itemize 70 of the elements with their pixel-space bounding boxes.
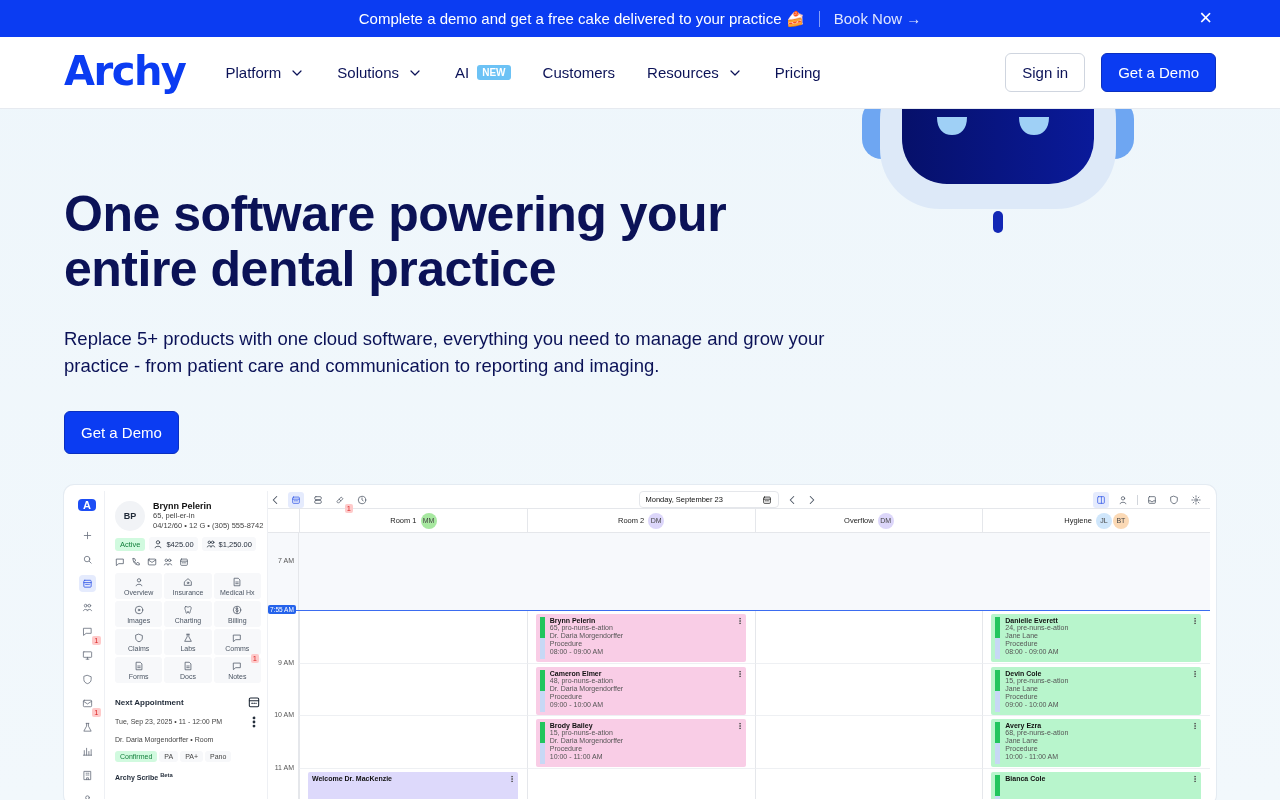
- document-icon: [232, 577, 243, 587]
- status-stripe: [995, 774, 1001, 799]
- calendar-icon[interactable]: [247, 695, 261, 709]
- shield-icon: [133, 633, 144, 643]
- mail-icon: [81, 698, 93, 709]
- person-icon: [153, 539, 164, 549]
- person-icon: [1118, 494, 1128, 505]
- settings-icon: [1191, 494, 1201, 505]
- status-stripe: [539, 669, 545, 712]
- building-icon: [81, 770, 93, 781]
- group-icon: [205, 539, 216, 549]
- shield-icon: [81, 674, 93, 685]
- note-icon: [232, 661, 243, 671]
- patient-name: Brynn Pelerin: [153, 501, 213, 511]
- clock-icon: [357, 494, 367, 505]
- form-icon: [133, 661, 144, 671]
- app-logo: A: [78, 499, 96, 511]
- nav-item[interactable]: Resources: [647, 64, 743, 81]
- shield-icon: [1169, 494, 1179, 505]
- stack-icon: [313, 494, 323, 505]
- phone-icon[interactable]: [131, 557, 141, 567]
- view-button[interactable]: [288, 491, 304, 508]
- close-button[interactable]: ×: [1199, 8, 1212, 28]
- calendar-icon: [81, 578, 93, 589]
- house-icon: [183, 577, 193, 587]
- calendar-icon: [291, 494, 301, 505]
- document-icon: [183, 661, 193, 671]
- flask-icon: [183, 633, 193, 643]
- inbox-icon: [1147, 494, 1157, 505]
- group-icon[interactable]: [163, 557, 173, 567]
- dollar-icon: [232, 605, 243, 615]
- sign-in-button[interactable]: Sign in: [1005, 53, 1086, 92]
- nav-item[interactable]: Customers: [542, 64, 616, 81]
- chat-icon: [232, 633, 243, 643]
- rail-item[interactable]: [78, 575, 96, 592]
- status-stripe: [995, 617, 1001, 659]
- nav-item[interactable]: Pricing: [774, 64, 821, 81]
- patient-avatar: BP: [115, 501, 145, 531]
- book-now-link[interactable]: Book Now →: [833, 10, 922, 27]
- status-stripe: [539, 617, 545, 659]
- panel-icon: [1096, 494, 1106, 505]
- section-title: Next Appointment: [115, 697, 184, 707]
- search-icon: [81, 554, 93, 565]
- logo[interactable]: Archy: [64, 47, 186, 94]
- nav-item[interactable]: Solutions: [337, 64, 424, 81]
- tooth-icon: [183, 605, 193, 615]
- monitor-icon: [81, 650, 93, 661]
- chat-icon[interactable]: [115, 557, 125, 567]
- bar-chart-icon: [81, 746, 93, 757]
- calendar-icon: [761, 494, 772, 505]
- chat-icon: [81, 626, 93, 637]
- image-icon: [133, 605, 144, 615]
- nav-item[interactable]: Platform: [225, 64, 306, 81]
- get-demo-button[interactable]: Get a Demo: [64, 411, 179, 454]
- group-icon: [81, 602, 93, 613]
- nav-item[interactable]: AI NEW: [455, 64, 511, 81]
- hero-title: One software powering your entire dental practice: [64, 187, 728, 297]
- person-icon: [133, 577, 144, 587]
- promo-text: Complete a demo and get a free cake delivered to your practice 🍰: [358, 9, 805, 28]
- tool-button[interactable]: [1093, 491, 1109, 508]
- pill-icon: [335, 494, 345, 505]
- hero-subtitle: Replace 5+ products with one cloud software, everything you need to manage and grow your practice - from patient care and communication to reporting and imaging.: [64, 327, 826, 378]
- plus-icon: [81, 530, 93, 541]
- mail-icon[interactable]: [147, 557, 157, 567]
- new-badge: NEW: [477, 65, 511, 80]
- flask-icon: [81, 722, 93, 733]
- get-demo-button[interactable]: Get a Demo: [1101, 53, 1216, 92]
- status-stripe: [995, 669, 1001, 712]
- status-stripe: [539, 722, 545, 764]
- status-stripe: [995, 722, 1001, 764]
